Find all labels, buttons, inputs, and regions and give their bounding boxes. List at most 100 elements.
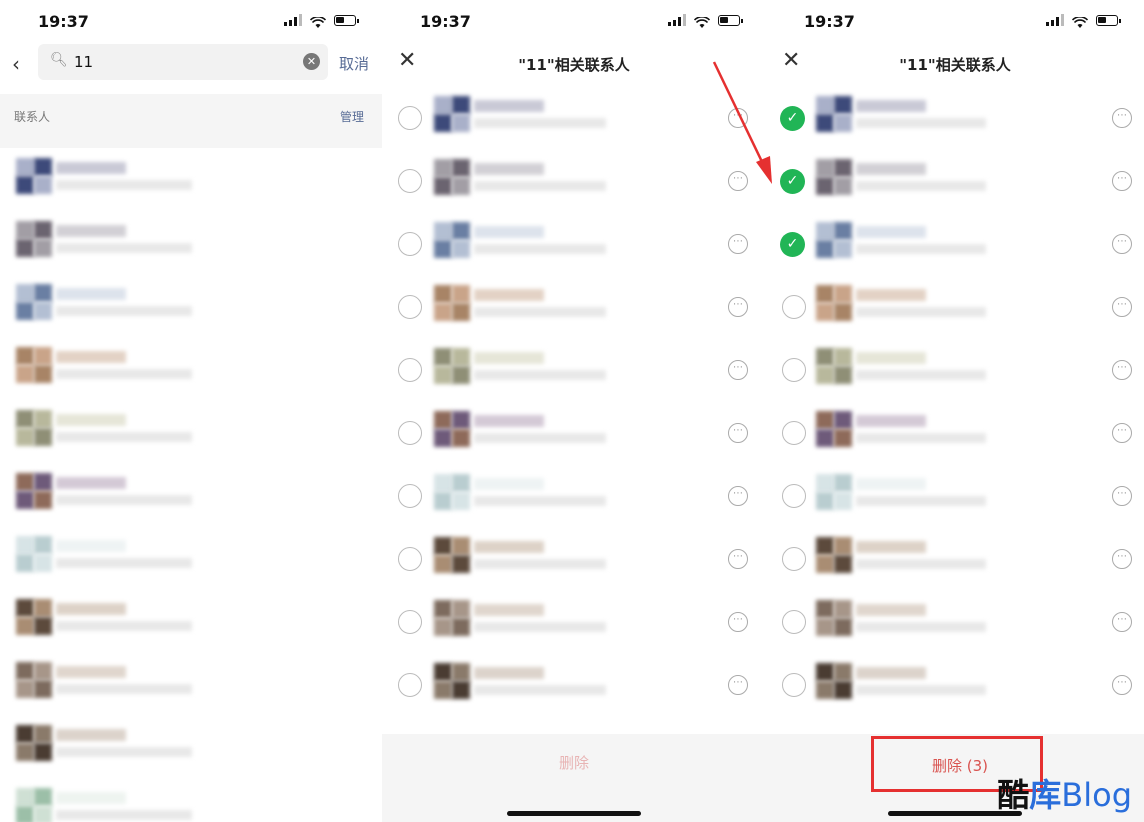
status-bar: 19:37 <box>0 0 382 42</box>
dialog-header: ✕ "11"相关联系人 <box>382 42 766 86</box>
more-icon[interactable]: ⋯ <box>1112 297 1132 317</box>
list-item[interactable] <box>0 589 382 652</box>
radio-button[interactable] <box>782 421 806 445</box>
list-item[interactable] <box>0 715 382 778</box>
more-icon[interactable]: ⋯ <box>728 612 748 632</box>
radio-button[interactable] <box>398 358 422 382</box>
more-icon[interactable]: ⋯ <box>728 297 748 317</box>
list-item[interactable]: ⋯ <box>382 464 766 527</box>
more-icon[interactable]: ⋯ <box>728 234 748 254</box>
watermark-part2: 库 <box>1029 776 1062 814</box>
radio-button[interactable] <box>782 484 806 508</box>
checked-icon[interactable]: ✓ <box>780 106 805 131</box>
radio-button[interactable] <box>398 169 422 193</box>
more-icon[interactable]: ⋯ <box>1112 360 1132 380</box>
list-item[interactable] <box>0 400 382 463</box>
list-item[interactable] <box>0 778 382 822</box>
back-icon[interactable]: ‹ <box>12 52 20 76</box>
list-item[interactable]: ⋯ <box>766 338 1144 401</box>
radio-button[interactable] <box>398 232 422 256</box>
delete-button[interactable]: 删除 <box>382 752 766 773</box>
search-value: 11 <box>74 53 94 71</box>
signal-icon <box>1046 14 1064 26</box>
list-item[interactable] <box>0 337 382 400</box>
battery-icon <box>334 14 359 26</box>
list-item[interactable]: ✓ ⋯ <box>766 86 1144 149</box>
list-item[interactable]: ⋯ <box>766 653 1144 716</box>
list-item[interactable]: ⋯ <box>382 275 766 338</box>
watermark-part1: 酷 <box>997 776 1030 814</box>
home-indicator <box>507 811 641 816</box>
list-item[interactable]: ⋯ <box>766 275 1144 338</box>
screenshot: 19:37 ‹ 🔍︎ 11 ✕ 取消 联系人 管理 19:37 ✕ "11"相关… <box>0 0 1144 822</box>
clear-icon[interactable]: ✕ <box>303 53 320 70</box>
dialog-header: ✕ "11"相关联系人 <box>766 42 1144 86</box>
delete-footer: 删除 <box>382 734 766 822</box>
status-bar: 19:37 <box>766 0 1144 42</box>
status-bar: 19:37 <box>382 0 766 42</box>
list-item[interactable]: ⋯ <box>382 653 766 716</box>
more-icon[interactable]: ⋯ <box>1112 549 1132 569</box>
more-icon[interactable]: ⋯ <box>728 108 748 128</box>
radio-button[interactable] <box>398 295 422 319</box>
more-icon[interactable]: ⋯ <box>728 675 748 695</box>
list-item[interactable]: ⋯ <box>766 590 1144 653</box>
watermark-part3: Blog <box>1061 776 1132 814</box>
more-icon[interactable]: ⋯ <box>1112 108 1132 128</box>
radio-button[interactable] <box>398 484 422 508</box>
list-item[interactable]: ⋯ <box>382 212 766 275</box>
checked-icon[interactable]: ✓ <box>780 232 805 257</box>
wifi-icon <box>693 14 711 28</box>
more-icon[interactable]: ⋯ <box>1112 234 1132 254</box>
wifi-icon <box>1071 14 1089 28</box>
radio-button[interactable] <box>398 106 422 130</box>
more-icon[interactable]: ⋯ <box>728 423 748 443</box>
radio-button[interactable] <box>782 295 806 319</box>
list-item[interactable]: ⋯ <box>382 527 766 590</box>
radio-button[interactable] <box>782 610 806 634</box>
radio-button[interactable] <box>398 421 422 445</box>
more-icon[interactable]: ⋯ <box>1112 171 1132 191</box>
list-item[interactable]: ⋯ <box>382 590 766 653</box>
list-item[interactable] <box>0 652 382 715</box>
list-item[interactable]: ⋯ <box>382 338 766 401</box>
cancel-button[interactable]: 取消 <box>339 53 369 74</box>
list-item[interactable]: ✓ ⋯ <box>766 212 1144 275</box>
radio-button[interactable] <box>782 547 806 571</box>
contact-select-list: ⋯ ⋯ ⋯ ⋯ ⋯ ⋯ ⋯ ⋯ ⋯ ⋯ <box>382 86 766 716</box>
manage-button[interactable]: 管理 <box>340 108 364 125</box>
list-item[interactable]: ⋯ <box>382 149 766 212</box>
list-item[interactable] <box>0 274 382 337</box>
search-icon: 🔍︎ <box>50 52 68 68</box>
more-icon[interactable]: ⋯ <box>728 360 748 380</box>
more-icon[interactable]: ⋯ <box>1112 486 1132 506</box>
more-icon[interactable]: ⋯ <box>728 549 748 569</box>
list-item[interactable] <box>0 148 382 211</box>
more-icon[interactable]: ⋯ <box>1112 675 1132 695</box>
checked-icon[interactable]: ✓ <box>780 169 805 194</box>
contact-select-list: ✓ ⋯ ✓ ⋯ ✓ ⋯ ⋯ ⋯ ⋯ ⋯ ⋯ ⋯ ⋯ <box>766 86 1144 716</box>
more-icon[interactable]: ⋯ <box>728 171 748 191</box>
list-item[interactable]: ⋯ <box>382 86 766 149</box>
selected-panel: 19:37 ✕ "11"相关联系人 ✓ ⋯ ✓ ⋯ ✓ ⋯ ⋯ ⋯ ⋯ ⋯ ⋯ ⋯ ⋯ <box>766 0 1144 822</box>
radio-button[interactable] <box>398 610 422 634</box>
list-item[interactable]: ⋯ <box>766 527 1144 590</box>
more-icon[interactable]: ⋯ <box>1112 612 1132 632</box>
more-icon[interactable]: ⋯ <box>728 486 748 506</box>
list-item[interactable] <box>0 526 382 589</box>
contacts-section-header: 联系人 管理 <box>0 94 382 148</box>
radio-button[interactable] <box>398 547 422 571</box>
section-label: 联系人 <box>14 110 51 124</box>
radio-button[interactable] <box>398 673 422 697</box>
list-item[interactable] <box>0 463 382 526</box>
search-input[interactable]: 🔍︎ 11 ✕ <box>38 44 328 80</box>
list-item[interactable]: ⋯ <box>766 464 1144 527</box>
list-item[interactable] <box>0 211 382 274</box>
more-icon[interactable]: ⋯ <box>1112 423 1132 443</box>
list-item[interactable]: ⋯ <box>766 401 1144 464</box>
radio-button[interactable] <box>782 358 806 382</box>
list-item[interactable]: ✓ ⋯ <box>766 149 1144 212</box>
radio-button[interactable] <box>782 673 806 697</box>
list-item[interactable]: ⋯ <box>382 401 766 464</box>
contact-list <box>0 148 382 822</box>
